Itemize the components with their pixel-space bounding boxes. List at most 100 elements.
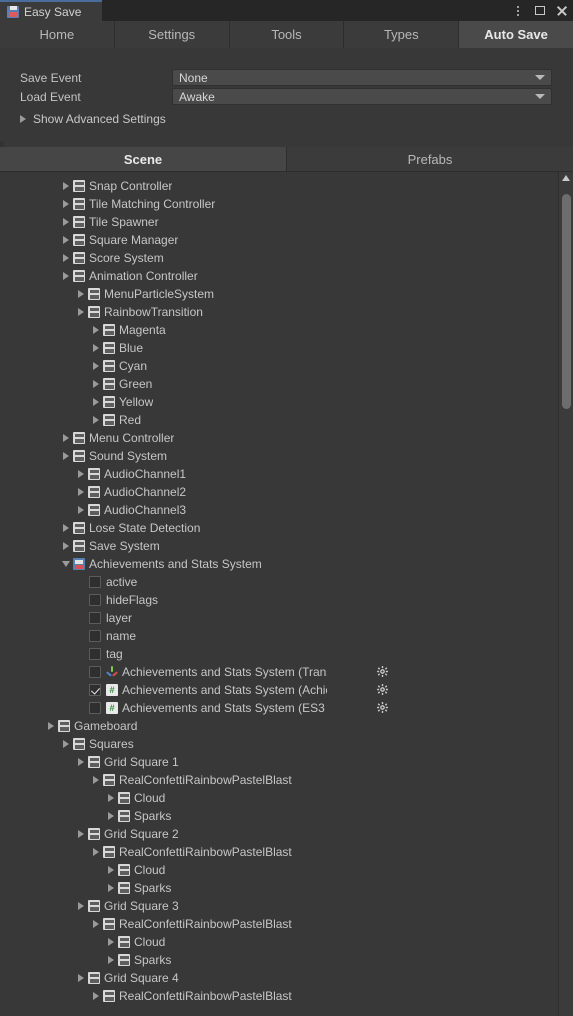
chevron-right-icon[interactable] (89, 339, 103, 357)
tab-auto-save[interactable]: Auto Save (459, 21, 573, 48)
tree-row[interactable]: Cloud (0, 861, 556, 879)
tree-row[interactable]: Gameboard (0, 717, 556, 735)
scroll-thumb[interactable] (562, 194, 571, 409)
chevron-right-icon[interactable] (89, 987, 103, 1005)
window-tab-easy-save[interactable]: Easy Save (0, 0, 102, 21)
tree-row[interactable]: tag (0, 645, 556, 663)
gear-icon[interactable] (376, 701, 389, 714)
tree-row[interactable]: AudioChannel2 (0, 483, 556, 501)
tree-row[interactable]: Sparks (0, 807, 556, 825)
tree-row[interactable]: name (0, 627, 556, 645)
tree-row[interactable]: Save System (0, 537, 556, 555)
gear-icon[interactable] (376, 665, 389, 678)
tree-row[interactable]: Grid Square 2 (0, 825, 556, 843)
row-checkbox[interactable] (89, 630, 101, 642)
row-checkbox[interactable] (89, 612, 101, 624)
tree-row[interactable]: MenuParticleSystem (0, 285, 556, 303)
chevron-right-icon[interactable] (104, 789, 118, 807)
show-advanced-settings-foldout[interactable]: Show Advanced Settings (20, 110, 166, 128)
chevron-right-icon[interactable] (74, 501, 88, 519)
maximize-icon[interactable] (533, 4, 546, 17)
tree-row[interactable]: Tile Matching Controller (0, 195, 556, 213)
chevron-right-icon[interactable] (59, 429, 73, 447)
tree-row[interactable]: Sparks (0, 879, 556, 897)
tree-row[interactable]: RealConfettiRainbowPastelBlast (0, 915, 556, 933)
chevron-right-icon[interactable] (104, 933, 118, 951)
tree-row[interactable]: hideFlags (0, 591, 556, 609)
chevron-right-icon[interactable] (59, 447, 73, 465)
more-options-icon[interactable] (511, 4, 524, 17)
tree-row[interactable]: Menu Controller (0, 429, 556, 447)
chevron-right-icon[interactable] (89, 393, 103, 411)
tree-row[interactable]: # Achievements and Stats System (Achievem (0, 681, 556, 699)
chevron-right-icon[interactable] (74, 897, 88, 915)
tree-row[interactable]: active (0, 573, 556, 591)
load-event-dropdown[interactable]: Awake (172, 88, 552, 105)
row-checkbox[interactable] (89, 666, 101, 678)
tree-row[interactable]: Sound System (0, 447, 556, 465)
chevron-right-icon[interactable] (104, 951, 118, 969)
chevron-right-icon[interactable] (89, 843, 103, 861)
tree-row[interactable]: Squares (0, 735, 556, 753)
tab-settings[interactable]: Settings (114, 21, 230, 48)
tree-row[interactable]: AudioChannel1 (0, 465, 556, 483)
tree-row[interactable]: Square Manager (0, 231, 556, 249)
row-checkbox[interactable] (89, 576, 101, 588)
tab-types[interactable]: Types (344, 21, 460, 48)
chevron-right-icon[interactable] (59, 267, 73, 285)
chevron-right-icon[interactable] (74, 825, 88, 843)
tab-home[interactable]: Home (0, 21, 115, 48)
chevron-right-icon[interactable] (74, 465, 88, 483)
tree-row[interactable]: Score System (0, 249, 556, 267)
chevron-right-icon[interactable] (104, 861, 118, 879)
chevron-down-icon[interactable] (59, 555, 73, 573)
tree-row[interactable]: Blue (0, 339, 556, 357)
chevron-right-icon[interactable] (74, 753, 88, 771)
tree-row[interactable]: Achievements and Stats System (Transform (0, 663, 556, 681)
tree-row[interactable]: Green (0, 375, 556, 393)
tree-row[interactable]: RainbowTransition (0, 303, 556, 321)
tree-row[interactable]: layer (0, 609, 556, 627)
tree-row[interactable]: Magenta (0, 321, 556, 339)
tree-row[interactable]: Achievements and Stats System (0, 555, 556, 573)
chevron-right-icon[interactable] (59, 195, 73, 213)
chevron-right-icon[interactable] (74, 285, 88, 303)
tree-row[interactable]: Cyan (0, 357, 556, 375)
chevron-right-icon[interactable] (74, 969, 88, 987)
chevron-right-icon[interactable] (59, 177, 73, 195)
tree-row[interactable]: Grid Square 3 (0, 897, 556, 915)
tree-row[interactable]: Lose State Detection (0, 519, 556, 537)
chevron-right-icon[interactable] (44, 717, 58, 735)
tree-row[interactable]: AudioChannel3 (0, 501, 556, 519)
tree-row[interactable]: # Achievements and Stats System (ES3 Auto (0, 699, 556, 717)
row-checkbox[interactable] (89, 702, 101, 714)
chevron-right-icon[interactable] (89, 915, 103, 933)
chevron-right-icon[interactable] (89, 357, 103, 375)
scroll-up-icon[interactable] (562, 175, 570, 181)
tree-row[interactable]: Sparks (0, 951, 556, 969)
chevron-right-icon[interactable] (59, 537, 73, 555)
chevron-right-icon[interactable] (59, 735, 73, 753)
tree-row[interactable]: RealConfettiRainbowPastelBlast (0, 843, 556, 861)
chevron-right-icon[interactable] (89, 771, 103, 789)
row-checkbox[interactable] (89, 684, 101, 696)
tree-row[interactable]: Grid Square 4 (0, 969, 556, 987)
tab-prefabs[interactable]: Prefabs (287, 147, 573, 171)
row-checkbox[interactable] (89, 594, 101, 606)
chevron-right-icon[interactable] (89, 411, 103, 429)
chevron-right-icon[interactable] (59, 249, 73, 267)
chevron-right-icon[interactable] (74, 483, 88, 501)
tab-tools[interactable]: Tools (229, 21, 345, 48)
row-checkbox[interactable] (89, 648, 101, 660)
vertical-scrollbar[interactable] (558, 172, 573, 1016)
save-event-dropdown[interactable]: None (172, 69, 552, 86)
tree-row[interactable]: RealConfettiRainbowPastelBlast (0, 987, 556, 1005)
tree-row[interactable]: Red (0, 411, 556, 429)
gear-icon[interactable] (376, 683, 389, 696)
tree-row[interactable]: Cloud (0, 933, 556, 951)
close-icon[interactable] (555, 4, 568, 17)
chevron-right-icon[interactable] (59, 519, 73, 537)
chevron-right-icon[interactable] (104, 807, 118, 825)
tree-row[interactable]: Cloud (0, 789, 556, 807)
chevron-right-icon[interactable] (104, 879, 118, 897)
